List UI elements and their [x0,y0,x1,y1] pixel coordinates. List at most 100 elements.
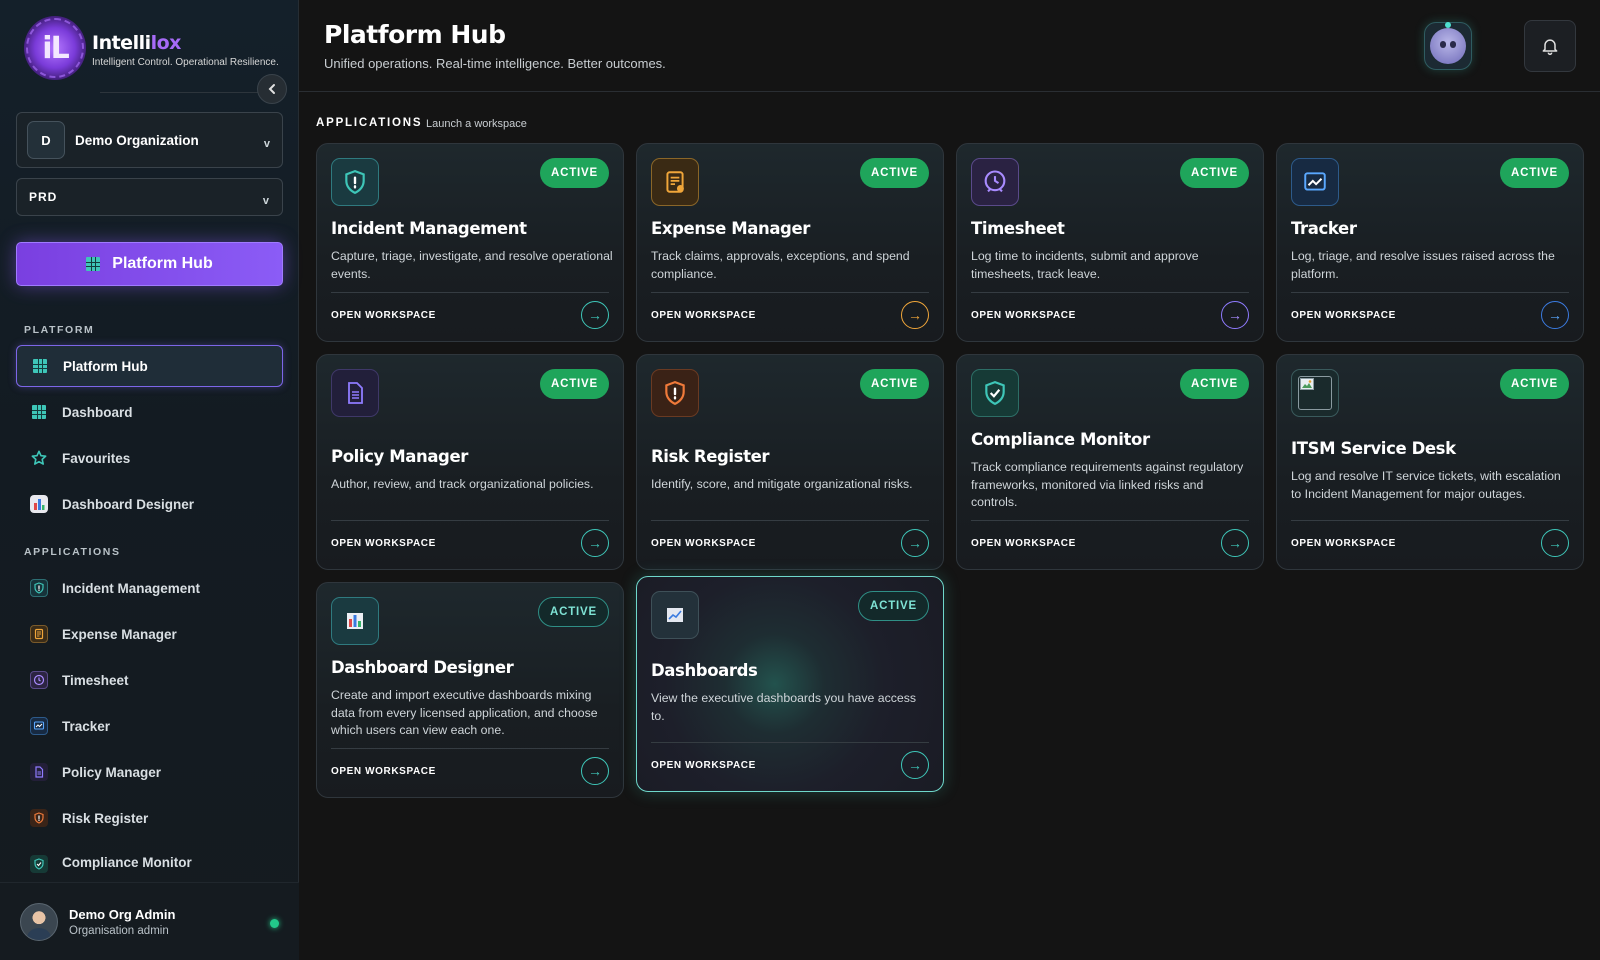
app-card-timesheet[interactable]: ACTIVE Timesheet Log time to incidents, … [956,143,1264,342]
org-name: Demo Organization [75,132,199,148]
user-name: Demo Org Admin [69,906,176,922]
chevron-down-icon: v [262,195,270,207]
open-workspace-link[interactable]: OPEN WORKSPACE [971,538,1076,549]
sidebar-item-policy-manager[interactable]: Policy Manager [16,751,283,793]
environment-value: PRD [29,190,58,204]
app-card-expense-manager[interactable]: ACTIVE Expense Manager Track claims, app… [636,143,944,342]
bar-chart-icon [30,495,48,513]
open-workspace-link[interactable]: OPEN WORKSPACE [971,310,1076,321]
grid-icon [30,403,48,421]
organization-select[interactable]: D Demo Organization v [16,112,283,168]
arrow-right-icon[interactable]: → [1541,529,1569,557]
status-badge: ACTIVE [1180,158,1249,188]
brand-logo-icon: iL [24,16,86,80]
receipt-icon [651,158,699,206]
card-title: Incident Management [331,219,527,238]
card-footer: OPEN WORKSPACE → [651,520,929,568]
app-card-incident-management[interactable]: ACTIVE Incident Management Capture, tria… [316,143,624,342]
arrow-right-icon[interactable]: → [1541,301,1569,329]
card-description: Identify, score, and mitigate organizati… [651,477,913,491]
status-badge: ACTIVE [540,369,609,399]
card-footer: OPEN WORKSPACE → [651,292,929,340]
line-chart-icon [651,591,699,639]
shield-check-icon [30,855,48,873]
open-workspace-link[interactable]: OPEN WORKSPACE [1291,310,1396,321]
arrow-right-icon[interactable]: → [1221,301,1249,329]
app-card-policy-manager[interactable]: ACTIVE Policy Manager Author, review, an… [316,354,624,570]
card-description: Log and resolve IT service tickets, with… [1291,469,1561,501]
shield-alert-icon [331,158,379,206]
status-badge: ACTIVE [860,369,929,399]
avatar [20,902,58,941]
card-footer: OPEN WORKSPACE → [1291,292,1569,340]
bell-icon [1542,39,1558,56]
environment-select[interactable]: PRD v [16,178,283,216]
open-workspace-link[interactable]: OPEN WORKSPACE [651,538,756,549]
app-card-dashboards[interactable]: ACTIVE Dashboards View the executive das… [636,576,944,792]
assistant-button[interactable] [1424,22,1472,70]
sidebar-item-risk-register[interactable]: Risk Register [16,797,283,839]
sidebar-item-incident-management[interactable]: Incident Management [16,567,283,609]
status-badge: ACTIVE [538,597,609,627]
card-title: Timesheet [971,219,1065,238]
shield-warning-icon [30,809,48,827]
online-status-icon [270,919,279,928]
arrow-right-icon[interactable]: → [581,301,609,329]
chevron-down-icon: v [263,138,270,150]
open-workspace-link[interactable]: OPEN WORKSPACE [331,310,436,321]
arrow-right-icon[interactable]: → [901,529,929,557]
app-card-tracker[interactable]: ACTIVE Tracker Log, triage, and resolve … [1276,143,1584,342]
card-title: Dashboards [651,661,758,680]
status-badge: ACTIVE [860,158,929,188]
app-card-itsm-service-desk[interactable]: ACTIVE ITSM Service Desk Log and resolve… [1276,354,1584,570]
trend-chart-icon [1291,158,1339,206]
section-label-applications: APPLICATIONS [24,546,121,558]
app-card-dashboard-designer[interactable]: ACTIVE Dashboard Designer Create and imp… [316,582,624,798]
arrow-right-icon[interactable]: → [581,529,609,557]
sidebar-item-platform-hub[interactable]: Platform Hub [16,345,283,387]
arrow-right-icon[interactable]: → [901,301,929,329]
card-title: Risk Register [651,447,770,466]
collapse-sidebar-button[interactable] [257,74,287,104]
card-description: Track compliance requirements against re… [971,460,1244,509]
card-footer: OPEN WORKSPACE → [331,292,609,340]
grid-icon [86,257,101,271]
clock-icon [30,671,48,689]
sidebar-item-compliance-monitor[interactable]: Compliance Monitor [16,843,283,873]
open-workspace-link[interactable]: OPEN WORKSPACE [651,310,756,321]
status-badge: ACTIVE [540,158,609,188]
sidebar-item-tracker[interactable]: Tracker [16,705,283,747]
sidebar-item-dashboard[interactable]: Dashboard [16,391,283,433]
arrow-right-icon[interactable]: → [1221,529,1249,557]
document-icon [30,763,48,781]
sidebar-item-favourites[interactable]: Favourites [16,437,283,479]
notifications-button[interactable] [1524,20,1576,72]
arrow-right-icon[interactable]: → [901,751,929,779]
main-content: Platform Hub Unified operations. Real-ti… [299,0,1600,960]
card-title: Tracker [1291,219,1357,238]
platform-hub-button[interactable]: Platform Hub [16,242,283,286]
page-header: Platform Hub Unified operations. Real-ti… [299,0,1600,92]
status-badge: ACTIVE [1500,369,1569,399]
sidebar-item-dashboard-designer[interactable]: Dashboard Designer [16,483,283,525]
brand-tagline: Intelligent Control. Operational Resilie… [92,57,279,68]
card-description: Create and import executive dashboards m… [331,688,598,737]
arrow-right-icon[interactable]: → [581,757,609,785]
brand[interactable]: iL Intellilox Intelligent Control. Opera… [24,16,279,80]
chevron-left-icon [268,84,275,94]
user-profile[interactable]: Demo Org Admin Organisation admin [0,882,299,960]
open-workspace-link[interactable]: OPEN WORKSPACE [331,766,436,777]
app-card-risk-register[interactable]: ACTIVE Risk Register Identify, score, an… [636,354,944,570]
card-title: Compliance Monitor [971,430,1150,449]
robot-icon [1430,22,1466,64]
page-title: Platform Hub [324,20,506,49]
sidebar-item-expense-manager[interactable]: Expense Manager [16,613,283,655]
section-label-applications: APPLICATIONS [316,117,423,129]
open-workspace-link[interactable]: OPEN WORKSPACE [1291,538,1396,549]
sidebar-item-timesheet[interactable]: Timesheet [16,659,283,701]
open-workspace-link[interactable]: OPEN WORKSPACE [651,760,756,771]
app-card-compliance-monitor[interactable]: ACTIVE Compliance Monitor Track complian… [956,354,1264,570]
receipt-icon [30,625,48,643]
open-workspace-link[interactable]: OPEN WORKSPACE [331,538,436,549]
user-role: Organisation admin [69,924,169,937]
